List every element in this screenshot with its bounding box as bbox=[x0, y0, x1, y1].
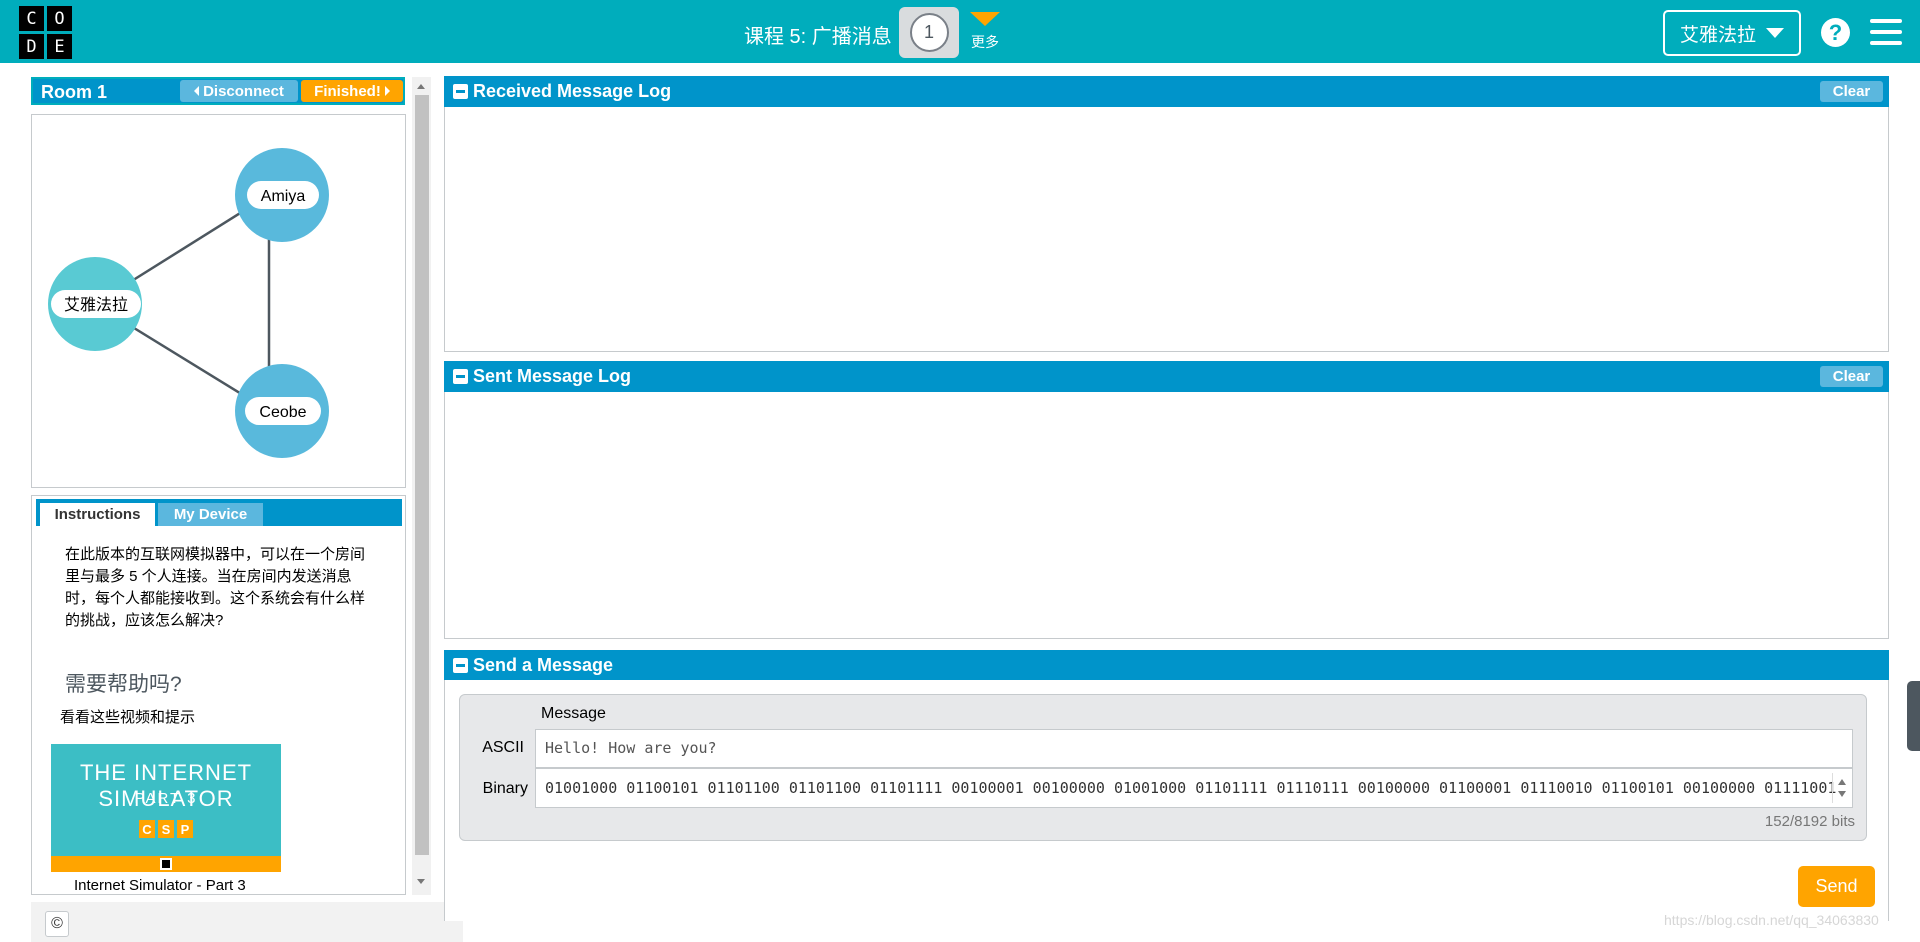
tab-my-device[interactable]: My Device bbox=[158, 503, 263, 526]
arrow-left-icon bbox=[194, 86, 200, 96]
help-icon[interactable]: ? bbox=[1821, 18, 1850, 47]
finished-label: Finished! bbox=[314, 82, 381, 100]
room-header: Room 1 Disconnect Finished! bbox=[31, 77, 405, 105]
lesson-title: 课程 5: 广播消息 bbox=[744, 26, 892, 48]
tab-strip: Instructions My Device bbox=[36, 499, 402, 526]
logo-letter: C bbox=[19, 6, 44, 31]
spinner-down-icon[interactable] bbox=[1838, 791, 1846, 797]
video-caption[interactable]: Internet Simulator - Part 3 bbox=[74, 877, 246, 894]
copyright-icon[interactable]: © bbox=[45, 911, 69, 937]
instructions-panel: Instructions My Device 在此版本的互联网模拟器中，可以在一… bbox=[31, 495, 406, 895]
network-node-ceobe[interactable]: Ceobe bbox=[235, 364, 329, 458]
instructions-text: 在此版本的互联网模拟器中，可以在一个房间里与最多 5 个人连接。当在房间内发送消… bbox=[65, 546, 366, 629]
send-message-header: Send a Message bbox=[444, 650, 1889, 681]
disconnect-label: Disconnect bbox=[203, 82, 284, 100]
video-part: PART 3 bbox=[134, 790, 198, 807]
logo-letter: O bbox=[47, 6, 72, 31]
help-subtitle: 看看这些视频和提示 bbox=[60, 709, 196, 726]
user-name: 艾雅法拉 bbox=[1679, 24, 1756, 46]
hamburger-menu-icon[interactable] bbox=[1870, 19, 1902, 45]
sent-log-body bbox=[444, 392, 1889, 639]
watermark: https://blog.csdn.net/qq_34063830 bbox=[1664, 912, 1879, 928]
caret-down-icon bbox=[970, 12, 1000, 26]
disconnect-button[interactable]: Disconnect bbox=[180, 80, 298, 102]
room-title: Room 1 bbox=[41, 82, 108, 102]
code-logo[interactable]: C O D E bbox=[19, 6, 72, 59]
binary-input[interactable]: 01001000 01100101 01101100 01101100 0110… bbox=[535, 768, 1853, 808]
binary-label: Binary bbox=[482, 780, 528, 797]
more-label: 更多 bbox=[971, 34, 999, 50]
binary-spinner[interactable] bbox=[1832, 773, 1850, 803]
send-message-body: Message ASCII Binary Hello! How are you?… bbox=[444, 680, 1889, 921]
node-label: Amiya bbox=[261, 188, 306, 205]
received-log-title: Received Message Log bbox=[473, 81, 672, 101]
tab-instructions[interactable]: Instructions bbox=[40, 503, 155, 526]
message-composer: Message ASCII Binary Hello! How are you?… bbox=[459, 694, 1867, 841]
bits-counter: 152/8192 bits bbox=[1764, 813, 1855, 830]
send-message-title: Send a Message bbox=[473, 655, 614, 675]
qr-code-icon bbox=[160, 858, 172, 870]
csp-logo: C S P bbox=[139, 820, 193, 838]
network-node-amiya[interactable]: Amiya bbox=[235, 148, 329, 242]
footer-strip: © bbox=[31, 902, 463, 942]
network-node-self[interactable]: 艾雅法拉 bbox=[48, 257, 142, 351]
level-bubble[interactable]: 1 bbox=[909, 13, 949, 52]
network-graph: Amiya 艾雅法拉 Ceobe bbox=[48, 148, 329, 458]
sent-log-title: Sent Message Log bbox=[473, 366, 632, 386]
collapse-icon[interactable] bbox=[453, 658, 468, 673]
node-label: Ceobe bbox=[259, 404, 306, 421]
scrollbar-thumb[interactable] bbox=[415, 95, 429, 855]
ascii-label: ASCII bbox=[482, 739, 524, 756]
clear-sent-button[interactable]: Clear bbox=[1820, 366, 1883, 387]
top-bar: C O D E 课程 5: 广播消息 1 更多 艾雅法拉 ? bbox=[0, 0, 1920, 63]
arrow-right-icon bbox=[384, 86, 390, 96]
user-menu-button[interactable]: 艾雅法拉 bbox=[1663, 10, 1801, 56]
level-progress-button[interactable]: 1 bbox=[899, 7, 959, 58]
clear-received-button[interactable]: Clear bbox=[1820, 81, 1883, 102]
network-diagram: Amiya 艾雅法拉 Ceobe bbox=[31, 114, 406, 488]
side-feedback-tab[interactable] bbox=[1907, 681, 1920, 751]
message-label: Message bbox=[541, 705, 606, 722]
left-scrollbar[interactable] bbox=[412, 77, 431, 895]
node-label: 艾雅法拉 bbox=[64, 296, 128, 314]
help-heading: 需要帮助吗? bbox=[65, 673, 182, 696]
received-log-header: Received Message Log Clear bbox=[444, 76, 1889, 107]
finished-button[interactable]: Finished! bbox=[301, 80, 403, 102]
scroll-down-icon[interactable] bbox=[417, 879, 425, 884]
binary-value: 01001000 01100101 01101100 01101100 0110… bbox=[545, 779, 1837, 797]
collapse-icon[interactable] bbox=[453, 369, 468, 384]
received-log-body bbox=[444, 107, 1889, 352]
more-levels-button[interactable]: 更多 bbox=[966, 10, 1004, 52]
scroll-up-icon[interactable] bbox=[417, 84, 425, 89]
send-button[interactable]: Send bbox=[1798, 866, 1875, 907]
collapse-icon[interactable] bbox=[453, 84, 468, 99]
logo-letter: D bbox=[19, 34, 44, 59]
video-thumbnail[interactable]: THE INTERNET SIMULATOR PART 3 C S P bbox=[51, 744, 281, 872]
ascii-input[interactable]: Hello! How are you? bbox=[535, 729, 1853, 768]
sent-log-header: Sent Message Log Clear bbox=[444, 361, 1889, 392]
logo-letter: E bbox=[47, 34, 72, 59]
caret-down-icon bbox=[1766, 28, 1784, 38]
spinner-up-icon[interactable] bbox=[1838, 779, 1846, 785]
